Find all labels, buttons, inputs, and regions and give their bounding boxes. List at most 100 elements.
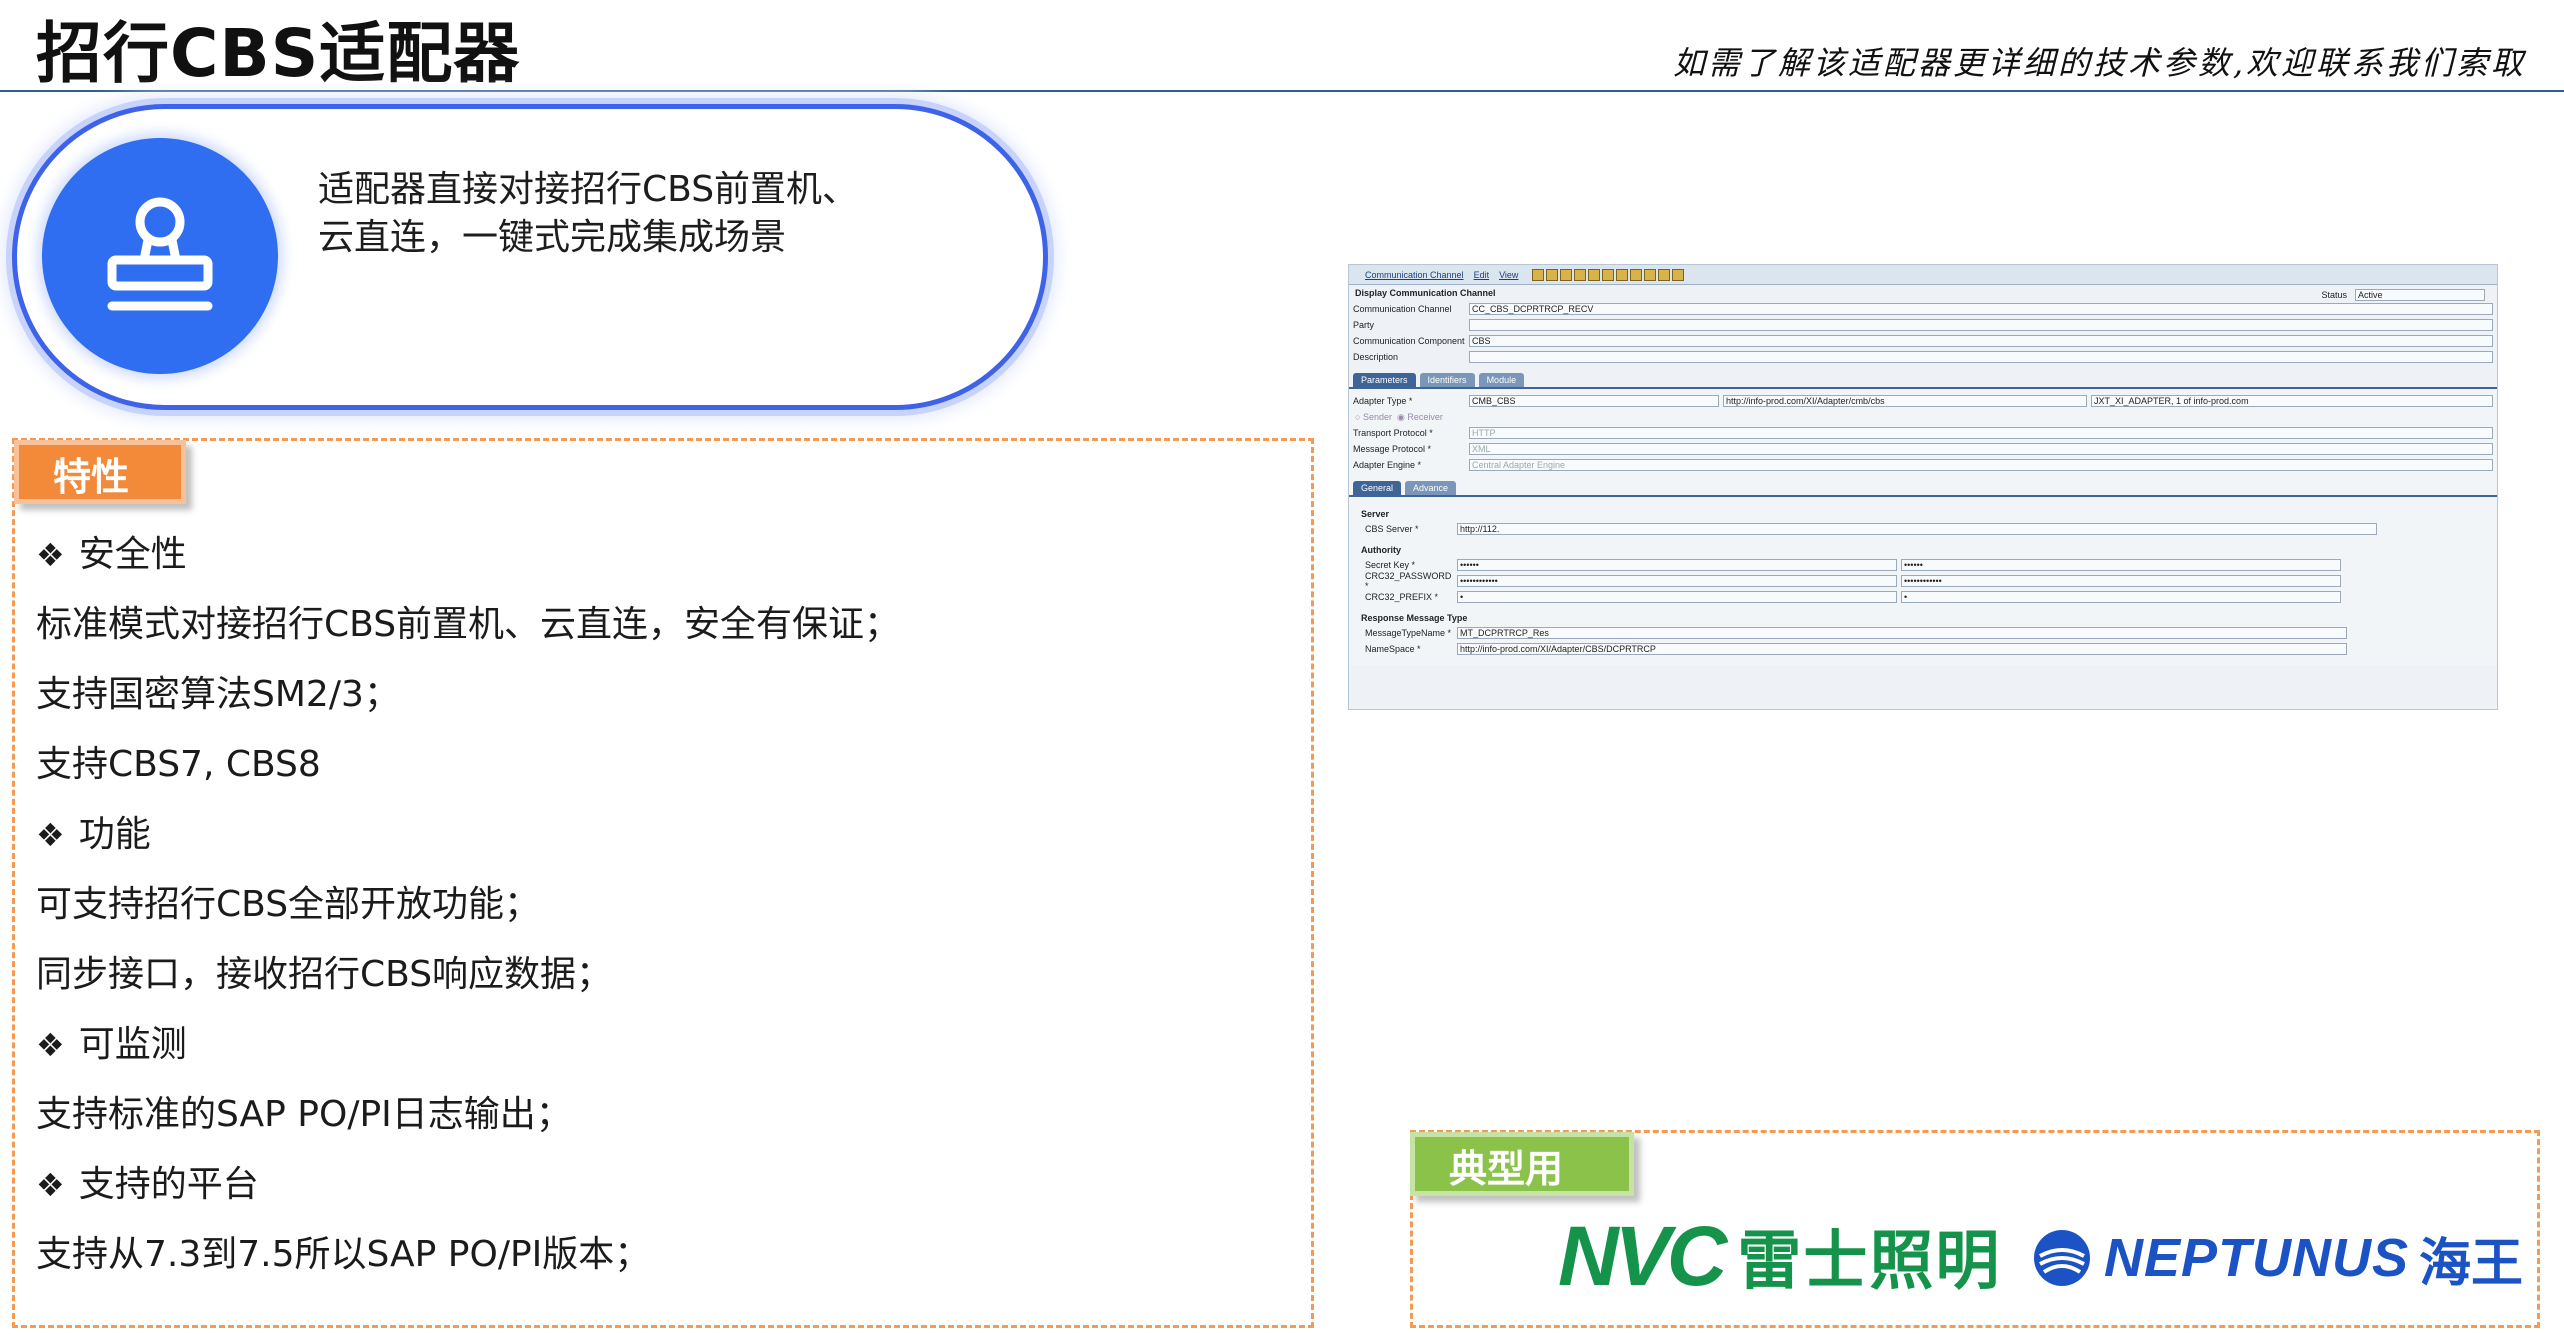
toolbar-icon[interactable] — [1616, 268, 1629, 281]
field-label: Adapter Type * — [1353, 396, 1413, 406]
sap-status: Status Active — [2321, 289, 2489, 301]
field-value[interactable]: JXT_XI_ADAPTER, 1 of info-prod.com — [2091, 395, 2493, 407]
sap-field-row: Transport Protocol * HTTP — [1349, 425, 2497, 441]
field-label: Secret Key * — [1365, 560, 1416, 570]
sap-field-row: Communication Component CBS — [1349, 333, 2497, 349]
intro-line: 适配器直接对接招行CBS前置机、 — [318, 169, 859, 210]
sap-field-row: CRC32_PREFIX * • • — [1349, 589, 2497, 605]
title-divider — [0, 90, 2564, 92]
toolbar-icon[interactable] — [1546, 268, 1559, 281]
toolbar-icon[interactable] — [1644, 268, 1657, 281]
field-value[interactable]: CMB_CBS — [1469, 395, 1719, 407]
sap-menubar: Communication Channel Edit View — [1349, 265, 2497, 285]
sap-field-row: CBS Server * http://112. — [1349, 521, 2497, 537]
field-value[interactable]: HTTP — [1469, 427, 2493, 439]
toolbar-icon[interactable] — [1532, 268, 1545, 281]
sap-field-row: NameSpace * http://info-prod.com/XI/Adapt… — [1349, 641, 2497, 657]
field-value[interactable]: • — [1901, 591, 2341, 603]
field-value[interactable]: Central Adapter Engine — [1469, 459, 2493, 471]
radio-label: Receiver — [1407, 411, 1443, 422]
feature-item: 支持从7.3到7.5所以SAP PO/PI版本； — [36, 1234, 651, 1275]
nvc-logo-text: 雷士照明 — [1737, 1225, 2002, 1299]
nvc-logo: NVC 雷士照明 — [1558, 1209, 2001, 1303]
field-label: Communication Component — [1353, 336, 1465, 346]
sap-field-row: Message Protocol * XML — [1349, 441, 2497, 457]
field-value[interactable]: • — [1457, 591, 1897, 603]
feature-heading: 安全性 — [36, 520, 1296, 590]
stamp-icon — [107, 197, 213, 311]
intro-text: 适配器直接对接招行CBS前置机、 云直连，一键式完成集成场景 — [318, 166, 858, 262]
field-value[interactable]: •••••••••••• — [1901, 575, 2341, 587]
tab-module[interactable]: Module — [1478, 373, 1525, 387]
section-title: Authority — [1361, 545, 1401, 555]
status-label: Status — [2321, 290, 2347, 300]
feature-heading: 可监测 — [36, 1010, 1296, 1080]
tab-parameters[interactable]: Parameters — [1353, 373, 1416, 387]
field-value[interactable]: MT_DCPRTRCP_Res — [1457, 627, 2347, 639]
sap-toolbar — [1532, 268, 1685, 281]
sap-tabs: Parameters Identifiers Module — [1349, 371, 2497, 387]
sap-parameters-panel: Adapter Type * CMB_CBS http://info-prod.… — [1349, 387, 2497, 665]
field-label: Transport Protocol * — [1353, 428, 1433, 438]
field-value[interactable]: http://112. — [1457, 523, 2377, 535]
sap-menu-item[interactable]: View — [1499, 270, 1518, 280]
field-value[interactable]: http://info-prod.com/XI/Adapter/CBS/DCPR… — [1457, 643, 2347, 655]
field-value[interactable] — [1469, 351, 2493, 363]
direction-radios: ○ Sender ◉ Receiver — [1349, 409, 2497, 425]
field-label: Message Protocol * — [1353, 444, 1432, 454]
radio-receiver[interactable]: ◉ Receiver — [1397, 412, 1443, 423]
field-value[interactable]: •••••• — [1457, 559, 1897, 571]
feature-item: 支持标准的SAP PO/PI日志输出； — [36, 1094, 572, 1135]
field-label: NameSpace * — [1365, 644, 1421, 654]
toolbar-icon[interactable] — [1602, 268, 1615, 281]
sap-menu-item[interactable]: Communication Channel — [1365, 270, 1464, 280]
neptunus-logo-text: NEPTUNUS — [2104, 1228, 2410, 1288]
toolbar-icon[interactable] — [1672, 268, 1685, 281]
contact-note: 如需了解该适配器更详细的技术参数,欢迎联系我们索取 — [1672, 44, 2526, 82]
sap-field-row: Communication Channel CC_CBS_DCPRTRCP_REC… — [1349, 301, 2497, 317]
toolbar-icon[interactable] — [1658, 268, 1671, 281]
sap-field-row: Description — [1349, 349, 2497, 365]
sap-channel-screenshot: Communication Channel Edit View Display … — [1348, 264, 2498, 710]
toolbar-icon[interactable] — [1560, 268, 1573, 281]
features-list: 安全性 标准模式对接招行CBS前置机、云直连，安全有保证； 支持国密算法SM2/… — [36, 520, 1296, 1290]
neptunus-logo: NEPTUNUS 海王 — [2030, 1222, 2523, 1294]
sap-field-row: Secret Key * •••••• •••••• — [1349, 557, 2497, 573]
field-value[interactable] — [1469, 319, 2493, 331]
page-title: 招行CBS适配器 — [36, 15, 521, 92]
adapter-type-row: Adapter Type * CMB_CBS http://info-prod.… — [1349, 393, 2497, 409]
feature-item: 支持CBS7, CBS8 — [36, 744, 321, 785]
field-label: Description — [1353, 352, 1399, 362]
toolbar-icon[interactable] — [1574, 268, 1587, 281]
tab-general[interactable]: General — [1353, 481, 1402, 495]
feature-heading: 支持的平台 — [36, 1150, 1296, 1220]
field-value[interactable]: CBS — [1469, 335, 2493, 347]
section-title: Server — [1361, 509, 1390, 519]
field-value[interactable]: •••••• — [1901, 559, 2341, 571]
toolbar-icon[interactable] — [1630, 268, 1643, 281]
field-value[interactable]: http://info-prod.com/XI/Adapter/cmb/cbs — [1723, 395, 2087, 407]
field-value[interactable]: CC_CBS_DCPRTRCP_RECV — [1469, 303, 2493, 315]
sap-subtabs: General Advance — [1349, 479, 2497, 495]
sap-field-row: Party — [1349, 317, 2497, 333]
sap-menu-item[interactable]: Edit — [1474, 270, 1490, 280]
section-title: Response Message Type — [1361, 613, 1468, 623]
feature-item: 同步接口，接收招行CBS响应数据； — [36, 954, 613, 995]
neptunus-emblem-icon — [2034, 1230, 2090, 1286]
nvc-logo-mark: NVC — [1558, 1208, 1727, 1303]
tab-advance[interactable]: Advance — [1405, 481, 1457, 495]
field-value[interactable]: •••••••••••• — [1457, 575, 1897, 587]
radio-sender[interactable]: ○ Sender — [1355, 412, 1392, 422]
field-label: CRC32_PREFIX * — [1365, 592, 1439, 602]
sap-general-panel: Server CBS Server * http://112. Authority… — [1349, 495, 2497, 661]
sap-field-row: MessageTypeName * MT_DCPRTRCP_Res — [1349, 625, 2497, 641]
toolbar-icon[interactable] — [1588, 268, 1601, 281]
tab-identifiers[interactable]: Identifiers — [1419, 373, 1475, 387]
intro-line: 云直连，一键式完成集成场景 — [318, 217, 787, 258]
features-tag: 特性 — [14, 440, 186, 504]
feature-item: 可支持招行CBS全部开放功能； — [36, 884, 541, 925]
field-label: Party — [1353, 320, 1375, 330]
status-value: Active — [2355, 289, 2485, 301]
field-label: CBS Server * — [1365, 524, 1419, 534]
field-value[interactable]: XML — [1469, 443, 2493, 455]
